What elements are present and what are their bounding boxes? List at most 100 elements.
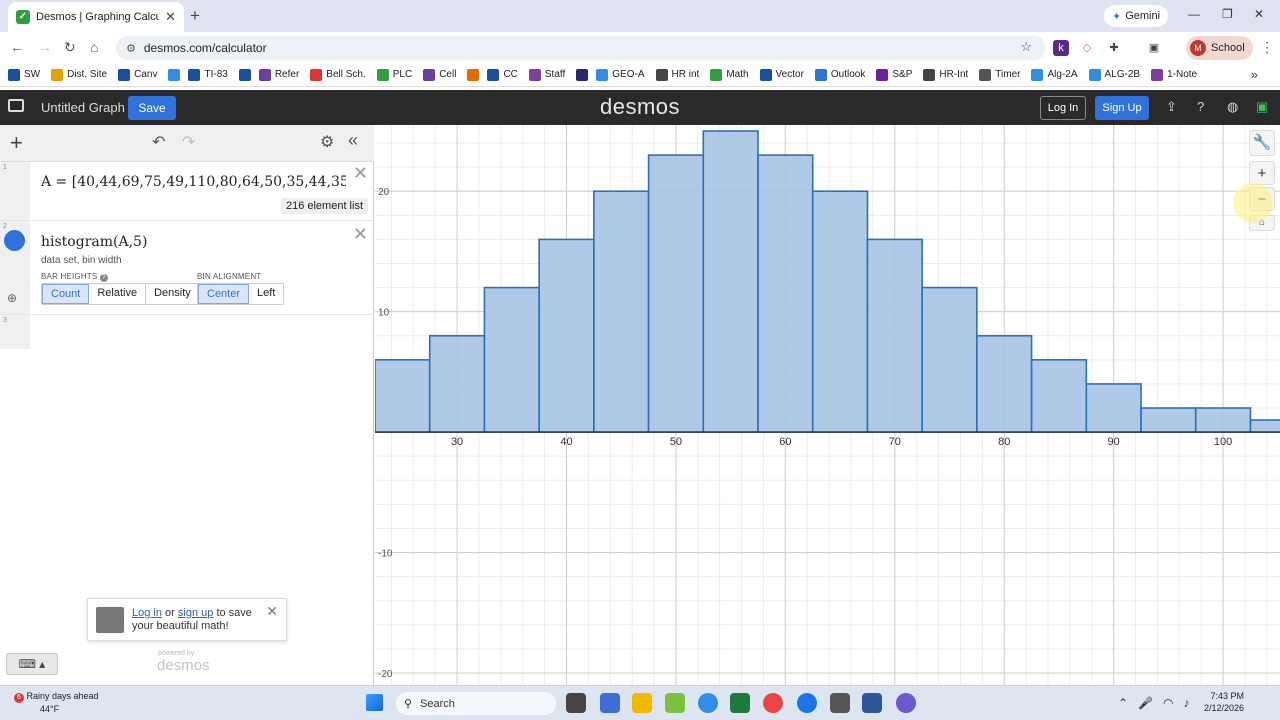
bookmark-item[interactable]: 1-Note — [1151, 68, 1197, 81]
histogram-chart[interactable]: 30 40 50 60 70 80 90 100 -20 -10 10 20 — [375, 125, 1280, 685]
delete-expression-1-icon[interactable]: ✕ — [353, 163, 368, 184]
bookmark-item[interactable]: HR int — [655, 68, 699, 81]
site-info-icon[interactable]: ⚙ — [126, 42, 136, 55]
system-tray[interactable]: ⌃ 🎤 ◠ ♪ — [1118, 696, 1189, 710]
extension-arrows-icon[interactable]: ◇ — [1079, 40, 1095, 56]
bookmark-item[interactable] — [467, 68, 480, 81]
word-icon[interactable] — [862, 693, 882, 713]
start-windows-icon[interactable] — [366, 694, 383, 711]
share-icon[interactable]: ⇪ — [1166, 99, 1177, 115]
expression-row-2[interactable]: 2 ⊕ histogram(A,5) ✕ data set, bin width… — [0, 221, 374, 315]
profile-button[interactable]: M School — [1186, 36, 1253, 60]
bookmark-item[interactable]: Canv — [118, 68, 157, 81]
save-button[interactable]: Save — [128, 96, 176, 120]
tab-search-icon[interactable]: ▣ — [1146, 40, 1162, 56]
browser-tab-desmos[interactable]: ✓ Desmos | Graphing Calculator ✕ — [8, 2, 184, 32]
app-circle-icon[interactable] — [896, 693, 916, 713]
home-icon[interactable]: ⌂ — [90, 39, 98, 55]
x-tick-label: 90 — [1108, 436, 1120, 448]
delete-expression-2-icon[interactable]: ✕ — [353, 224, 368, 245]
taskbar-search[interactable]: ⚲ Search — [396, 692, 556, 715]
popup-sign-up-link[interactable]: sign up — [178, 607, 213, 619]
graph-paper[interactable]: 30405060708090100-20-101020 🔧 + − ⌂ — [375, 125, 1280, 685]
bookmark-item[interactable]: Bell Sch. — [310, 68, 366, 81]
bookmark-item[interactable]: CC — [487, 68, 518, 81]
excel-icon[interactable] — [730, 693, 750, 713]
task-view-icon[interactable] — [566, 693, 586, 713]
bookmark-item[interactable]: Vector — [759, 68, 804, 81]
bookmark-item[interactable]: Cell — [423, 68, 456, 81]
address-bar[interactable]: ⚙ desmos.com/calculator ☆ — [116, 36, 1046, 60]
close-tab-icon[interactable]: ✕ — [165, 9, 176, 25]
file-explorer-icon[interactable] — [632, 693, 652, 713]
extension-k-icon[interactable]: k — [1053, 40, 1069, 56]
back-icon[interactable]: ← — [10, 39, 24, 55]
bookmark-item[interactable]: Staff — [528, 68, 565, 81]
bookmark-item[interactable]: Timer — [979, 68, 1020, 81]
browser-menu-icon[interactable]: ⋮ — [1260, 39, 1274, 56]
bookmark-item[interactable]: TI-83 — [188, 68, 228, 81]
bookmark-item[interactable] — [576, 68, 589, 81]
bookmark-item[interactable]: Alg-2A — [1031, 68, 1078, 81]
chrome-profile-icon[interactable] — [797, 693, 817, 713]
settings-gear-icon[interactable]: ⚙ — [320, 132, 334, 152]
language-globe-icon[interactable]: ◍ — [1227, 99, 1238, 115]
bookmark-item[interactable]: Refer — [258, 68, 299, 81]
bookmark-item[interactable]: HR-Int — [923, 68, 968, 81]
keyboard-toggle-button[interactable]: ⌨ ▴ — [6, 653, 58, 675]
gemini-button[interactable]: ✦ Gemini — [1104, 5, 1169, 27]
bookmark-item[interactable]: Math — [710, 68, 749, 81]
close-popup-icon[interactable]: ✕ — [266, 603, 278, 620]
popup-log-in-link[interactable]: Log in — [132, 607, 162, 619]
bookmark-item[interactable]: Dist. Site — [51, 68, 107, 81]
bar-heights-count-option[interactable]: Count — [42, 284, 90, 304]
bookmark-item[interactable]: ALG-2B — [1088, 68, 1140, 81]
bar-heights-relative-option[interactable]: Relative — [89, 284, 147, 304]
bookmark-item[interactable]: GEO-A — [596, 68, 645, 81]
log-in-button[interactable]: Log In — [1040, 96, 1086, 120]
add-expression-icon[interactable]: + — [10, 130, 23, 156]
list-expression-text[interactable]: A = [40,44,69,75,49,110,80,64,50,35,44,3… — [41, 174, 346, 190]
minimize-icon[interactable]: — — [1188, 7, 1200, 21]
app-people-icon[interactable] — [600, 693, 620, 713]
app-snipping-icon[interactable] — [665, 693, 685, 713]
help-circle-icon[interactable]: ? — [99, 274, 108, 282]
more-bookmarks-icon[interactable]: » — [1251, 67, 1258, 82]
sign-up-button[interactable]: Sign Up — [1095, 96, 1149, 120]
desmos-app-icon[interactable]: ▣ — [1256, 99, 1268, 115]
zoom-in-button[interactable]: + — [1249, 161, 1275, 185]
bookmark-item[interactable]: Outlook — [814, 68, 865, 81]
bar-heights-density-option[interactable]: Density — [146, 284, 199, 304]
undo-icon[interactable]: ↶ — [152, 132, 165, 152]
taskbar-clock[interactable]: 7:43 PM 2/12/2026 — [1204, 690, 1244, 714]
bin-alignment-center-option[interactable]: Center — [198, 284, 250, 304]
weather-widget[interactable]: 6 Rainy days ahead 44°F — [14, 690, 99, 715]
open-graph-folder-icon[interactable] — [8, 99, 24, 112]
help-icon[interactable]: ? — [1197, 99, 1204, 114]
collapse-panel-icon[interactable]: « — [348, 130, 358, 151]
bookmark-item[interactable]: PLC — [376, 68, 412, 81]
reload-icon[interactable]: ↻ — [64, 39, 76, 56]
chrome-icon[interactable] — [763, 693, 783, 713]
new-tab-icon[interactable]: + — [190, 6, 200, 26]
bookmark-item[interactable]: S&P — [876, 68, 912, 81]
bookmark-item[interactable] — [168, 68, 181, 81]
bin-alignment-left-option[interactable]: Left — [249, 284, 283, 304]
calculator-icon[interactable] — [830, 693, 850, 713]
bookmark-item[interactable] — [238, 68, 251, 81]
expression-row-3[interactable]: 3 — [0, 315, 374, 349]
app-settings-icon[interactable] — [698, 693, 718, 713]
expression-row-1[interactable]: 1 A = [40,44,69,75,49,110,80,64,50,35,44… — [0, 162, 374, 221]
histogram-color-icon[interactable] — [4, 230, 25, 251]
graph-settings-wrench-icon[interactable]: 🔧 — [1249, 130, 1275, 156]
histogram-expression-text[interactable]: histogram(A,5) — [41, 234, 147, 250]
extensions-puzzle-icon[interactable]: ✚ — [1106, 40, 1122, 56]
bookmark-item[interactable]: SW — [8, 68, 40, 81]
forward-icon[interactable]: → — [38, 39, 52, 55]
close-window-icon[interactable]: ✕ — [1254, 7, 1264, 21]
bookmark-star-icon[interactable]: ☆ — [1020, 39, 1032, 55]
graph-title[interactable]: Untitled Graph — [41, 100, 125, 115]
zoom-fit-icon[interactable]: ⊕ — [7, 291, 17, 305]
restore-icon[interactable]: ❐ — [1222, 7, 1233, 21]
redo-icon[interactable]: ↷ — [182, 132, 195, 152]
